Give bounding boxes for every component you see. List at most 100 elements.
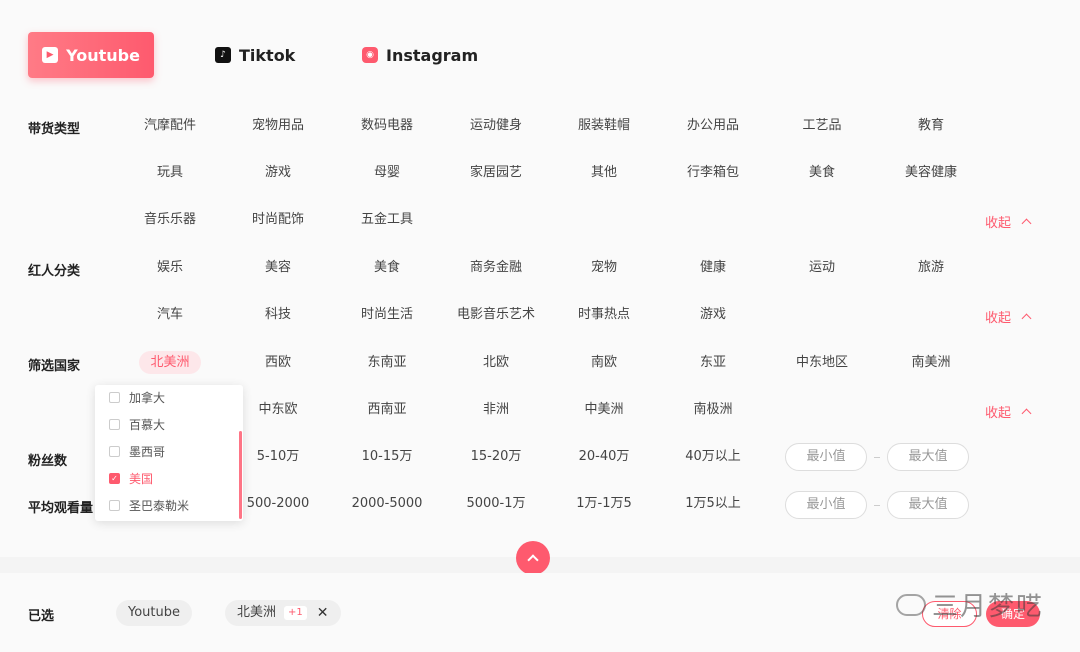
goods-option[interactable]: 宠物用品 (224, 113, 332, 139)
goods-option[interactable]: 玩具 (116, 160, 224, 186)
country-checkbox-item[interactable]: ✓ 美国 (109, 470, 153, 487)
views-min-input[interactable]: 最小值 (785, 491, 867, 519)
goods-option[interactable]: 五金工具 (333, 207, 441, 233)
checkbox-icon[interactable] (109, 392, 120, 403)
influencer-option[interactable]: 游戏 (659, 302, 767, 328)
checkbox-checked-icon[interactable]: ✓ (109, 473, 120, 484)
influencer-option[interactable]: 美食 (333, 255, 441, 281)
goods-option-label: 音乐乐器 (143, 212, 196, 227)
country-option[interactable]: 北欧 (442, 350, 550, 376)
country-option-label: 北美洲 (139, 351, 201, 374)
checkbox-label: 圣巴泰勒米 (129, 499, 190, 513)
influencer-option[interactable]: 旅游 (877, 255, 985, 281)
selected-label: 已选 (28, 609, 55, 624)
views-option[interactable]: 1万-1万5 (550, 491, 658, 517)
goods-option[interactable]: 行李箱包 (659, 160, 767, 186)
country-checkbox-item[interactable]: 圣巴泰勒米 (109, 497, 189, 514)
country-collapse-button[interactable]: 收起 (985, 402, 1032, 421)
fans-option[interactable]: 15-20万 (442, 444, 550, 470)
influencer-option[interactable]: 商务金融 (442, 255, 550, 281)
goods-option[interactable]: 数码电器 (333, 113, 441, 139)
influencer-option-label: 娱乐 (156, 260, 183, 275)
goods-option-label: 办公用品 (686, 118, 739, 133)
selected-tag-youtube[interactable]: Youtube (116, 600, 192, 626)
country-option[interactable]: 东亚 (659, 350, 767, 376)
chevron-up-icon (1021, 313, 1032, 324)
influencer-option[interactable]: 健康 (659, 255, 767, 281)
views-option[interactable]: 2000-5000 (333, 491, 441, 517)
country-option[interactable]: 西欧 (224, 350, 332, 376)
close-icon[interactable]: ✕ (317, 600, 329, 626)
country-option[interactable]: 东南亚 (333, 350, 441, 376)
goods-option[interactable]: 美容健康 (877, 160, 985, 186)
fans-max-input[interactable]: 最大值 (887, 443, 969, 471)
goods-option[interactable]: 美食 (768, 160, 876, 186)
goods-option-label: 美食 (808, 165, 835, 180)
views-option[interactable]: 1万5以上 (659, 491, 767, 517)
influencer-option-label: 游戏 (699, 307, 726, 322)
goods-option[interactable]: 家居园艺 (442, 160, 550, 186)
country-option[interactable]: 西南亚 (333, 397, 441, 423)
influencer-option-label: 宠物 (590, 260, 617, 275)
goods-option[interactable]: 运动健身 (442, 113, 550, 139)
views-option[interactable]: 5000-1万 (442, 491, 550, 517)
country-option-label: 南美洲 (911, 355, 951, 370)
goods-option[interactable]: 其他 (550, 160, 658, 186)
dropdown-scrollbar[interactable] (239, 431, 242, 519)
collapse-panel-button[interactable] (516, 541, 550, 575)
influencer-option-label: 旅游 (917, 260, 944, 275)
goods-option[interactable]: 工艺品 (768, 113, 876, 139)
goods-collapse-button[interactable]: 收起 (985, 212, 1032, 231)
fans-min-input[interactable]: 最小值 (785, 443, 867, 471)
country-checkbox-item[interactable]: 百慕大 (109, 416, 165, 433)
checkbox-icon[interactable] (109, 419, 120, 430)
goods-option[interactable]: 游戏 (224, 160, 332, 186)
tab-youtube[interactable]: ▶ Youtube (28, 32, 154, 78)
tab-instagram[interactable]: ◉ Instagram (362, 32, 478, 78)
influencer-option[interactable]: 运动 (768, 255, 876, 281)
fans-option[interactable]: 20-40万 (550, 444, 658, 470)
checkbox-icon[interactable] (109, 500, 120, 511)
goods-option[interactable]: 时尚配饰 (224, 207, 332, 233)
goods-option-label: 汽摩配件 (143, 118, 196, 133)
country-option-label: 南极洲 (693, 402, 733, 417)
influencer-option[interactable]: 时事热点 (550, 302, 658, 328)
country-option[interactable]: 南欧 (550, 350, 658, 376)
goods-option-label: 服装鞋帽 (577, 118, 630, 133)
collapse-label: 收起 (985, 311, 1012, 326)
influencer-collapse-button[interactable]: 收起 (985, 307, 1032, 326)
country-option[interactable]: 北美洲 (116, 350, 224, 376)
fans-option[interactable]: 40万以上 (659, 444, 767, 470)
influencer-option[interactable]: 美容 (224, 255, 332, 281)
country-option-label: 南欧 (590, 355, 617, 370)
country-checkbox-item[interactable]: 墨西哥 (109, 443, 165, 460)
country-option[interactable]: 非洲 (442, 397, 550, 423)
tab-tiktok[interactable]: ♪ Tiktok (215, 32, 295, 78)
goods-option[interactable]: 教育 (877, 113, 985, 139)
influencer-option[interactable]: 汽车 (116, 302, 224, 328)
influencer-option-label: 美食 (373, 260, 400, 275)
influencer-option[interactable]: 电影音乐艺术 (442, 302, 550, 328)
country-option[interactable]: 中东地区 (768, 350, 876, 376)
goods-option-label: 五金工具 (360, 212, 413, 227)
views-max-input[interactable]: 最大值 (887, 491, 969, 519)
goods-option[interactable]: 音乐乐器 (116, 207, 224, 233)
goods-option-label: 运动健身 (469, 118, 522, 133)
goods-option[interactable]: 母婴 (333, 160, 441, 186)
fans-option[interactable]: 10-15万 (333, 444, 441, 470)
influencer-option[interactable]: 娱乐 (116, 255, 224, 281)
influencer-option[interactable]: 时尚生活 (333, 302, 441, 328)
watermark: 三月梦呓 (896, 586, 1044, 623)
goods-option[interactable]: 汽摩配件 (116, 113, 224, 139)
country-option[interactable]: 中美洲 (550, 397, 658, 423)
country-option[interactable]: 南美洲 (877, 350, 985, 376)
influencer-option[interactable]: 科技 (224, 302, 332, 328)
goods-option[interactable]: 服装鞋帽 (550, 113, 658, 139)
checkbox-icon[interactable] (109, 446, 120, 457)
country-checkbox-item[interactable]: 加拿大 (109, 389, 165, 406)
selected-tag-north-america[interactable]: 北美洲 +1 ✕ (225, 600, 341, 626)
country-option[interactable]: 南极洲 (659, 397, 767, 423)
tag-label: Youtube (128, 605, 180, 620)
influencer-option[interactable]: 宠物 (550, 255, 658, 281)
goods-option[interactable]: 办公用品 (659, 113, 767, 139)
